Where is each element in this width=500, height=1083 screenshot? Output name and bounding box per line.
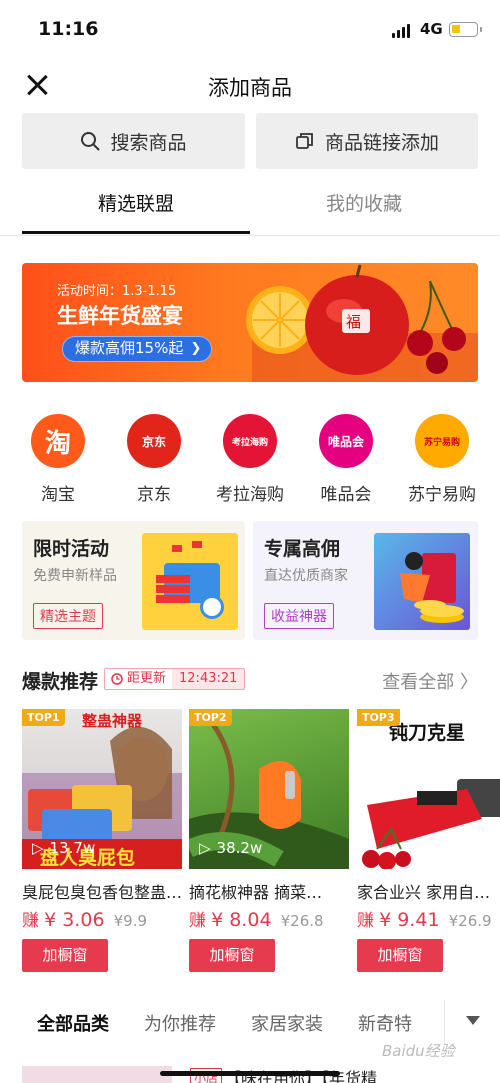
rank-badge: TOP2 <box>189 709 232 726</box>
expand-categories-icon[interactable] <box>444 1000 500 1044</box>
search-products-button[interactable]: 搜索商品 <box>22 113 245 169</box>
promo-title: 专属高佣 <box>264 538 341 560</box>
signal-icon <box>392 24 410 38</box>
play-icon: ▷ <box>199 839 211 857</box>
battery-icon <box>449 22 482 37</box>
gift-box-illustration <box>142 533 238 630</box>
promo-title: 限时活动 <box>33 538 110 560</box>
banner-title: 生鲜年货盛宴 <box>57 304 183 328</box>
suning-icon: 苏宁易购 <box>415 414 469 468</box>
section-title: 爆款推荐 <box>22 671 99 693</box>
status-time: 11:16 <box>38 18 99 40</box>
countdown-time: 12:43:21 <box>172 669 245 689</box>
product-name: 家合业兴 家用自… <box>357 883 491 902</box>
update-label: 距更新 <box>127 671 167 686</box>
update-countdown-badge: 距更新 12:43:21 <box>104 668 246 690</box>
status-bar: 11:16 4G <box>0 0 500 60</box>
promo-card-limited[interactable]: 限时活动 免费申新样品 精选主题 <box>22 521 245 640</box>
promo-tag: 收益神器 <box>264 603 334 629</box>
taobao-icon: 淘 <box>31 414 85 468</box>
home-indicator[interactable] <box>160 1071 340 1076</box>
search-icon <box>81 132 100 151</box>
vip-icon: 唯品会 <box>319 414 373 468</box>
platform-kaola[interactable]: 考拉海购 考拉海购 <box>210 414 290 505</box>
hot-section-header: 爆款推荐 距更新 12:43:21 查看全部 〉 <box>22 664 478 696</box>
banner-date: 活动时间：1.3-1.15 <box>57 284 177 299</box>
rank-badge: TOP1 <box>22 709 65 726</box>
video-views: ▷ 38.2w <box>199 839 263 857</box>
add-by-link-label: 商品链接添加 <box>324 131 439 154</box>
category-tab-home[interactable]: 家居家装 <box>251 1010 323 1036</box>
product-thumbnail[interactable]: 钝刀克星 TOP3 <box>357 709 500 869</box>
product-price: 赚 ¥ 9.41 ¥26.9 <box>357 909 492 931</box>
see-all-link[interactable]: 查看全部 〉 <box>382 668 478 694</box>
platform-vip[interactable]: 唯品会 唯品会 <box>306 414 386 505</box>
platform-label: 京东 <box>137 485 171 505</box>
page-title: 添加商品 <box>208 76 292 100</box>
add-by-link-button[interactable]: 商品链接添加 <box>256 113 478 169</box>
category-tab-all[interactable]: 全部品类 <box>37 1010 109 1036</box>
product-thumbnail[interactable]: TOP2 ▷ 38.2w <box>189 709 349 869</box>
product-price: 赚 ¥ 3.06 ¥9.9 <box>22 909 148 931</box>
coins-illustration <box>374 533 470 630</box>
product-name: 摘花椒神器 摘菜… <box>189 883 323 902</box>
source-tabs: 精选联盟 我的收藏 <box>0 176 500 236</box>
product-price: 赚 ¥ 8.04 ¥26.8 <box>189 909 324 931</box>
platform-label: 考拉海购 <box>216 485 284 505</box>
category-tab-novelty[interactable]: 新奇特 <box>358 1010 412 1036</box>
promo-card-commission[interactable]: 专属高佣 直达优质商家 收益神器 <box>253 521 478 640</box>
product-thumbnail[interactable]: 整蛊神器 盘人臭屁包 TOP1 ▷ 13.7w <box>22 709 182 869</box>
svg-text:福: 福 <box>346 313 361 331</box>
list-item-thumbnail <box>22 1066 172 1083</box>
clock-icon <box>111 673 123 685</box>
promo-banner[interactable]: 福 活动时间：1.3-1.15 生鲜年货盛宴 爆款高佣15%起 <box>22 263 478 382</box>
jd-icon: 京东 <box>127 414 181 468</box>
search-products-label: 搜索商品 <box>110 131 187 154</box>
tab-selected-alliance[interactable]: 精选联盟 <box>22 176 250 234</box>
platform-jd[interactable]: 京东 京东 <box>114 414 194 505</box>
add-to-showcase-button[interactable]: 加橱窗 <box>357 939 443 972</box>
promo-subtitle: 免费申新样品 <box>33 568 117 584</box>
tab-my-favorites[interactable]: 我的收藏 <box>250 176 478 234</box>
network-type: 4G <box>420 20 443 38</box>
nav-bar: 添加商品 <box>0 60 500 110</box>
platform-taobao[interactable]: 淘 淘宝 <box>18 414 98 505</box>
category-tabs: 全部品类 为你推荐 家居家装 新奇特 <box>0 1000 500 1044</box>
category-tab-recommended[interactable]: 为你推荐 <box>144 1010 216 1036</box>
platform-label: 淘宝 <box>41 485 75 505</box>
platform-list: 淘 淘宝 京东 京东 考拉海购 考拉海购 唯品会 唯品会 苏宁易购 苏宁易购 <box>0 414 500 506</box>
platform-suning[interactable]: 苏宁易购 苏宁易购 <box>402 414 482 505</box>
video-views: ▷ 13.7w <box>32 839 96 857</box>
play-icon: ▷ <box>32 839 44 857</box>
kaola-icon: 考拉海购 <box>223 414 277 468</box>
platform-label: 唯品会 <box>320 485 372 505</box>
copy-link-icon <box>296 133 313 149</box>
svg-text:整蛊神器: 整蛊神器 <box>82 712 143 730</box>
add-to-showcase-button[interactable]: 加橱窗 <box>189 939 275 972</box>
rank-badge: TOP3 <box>357 709 400 726</box>
add-to-showcase-button[interactable]: 加橱窗 <box>22 939 108 972</box>
product-name: 臭屁包臭包香包整蛊… <box>22 883 182 902</box>
banner-cta-button[interactable]: 爆款高佣15%起 <box>62 336 213 362</box>
svg-text:钝刀克星: 钝刀克星 <box>389 721 465 744</box>
promo-tag: 精选主题 <box>33 603 103 629</box>
watermark: Baidu经验 <box>382 1042 455 1060</box>
platform-label: 苏宁易购 <box>408 485 476 505</box>
promo-subtitle: 直达优质商家 <box>264 568 348 584</box>
